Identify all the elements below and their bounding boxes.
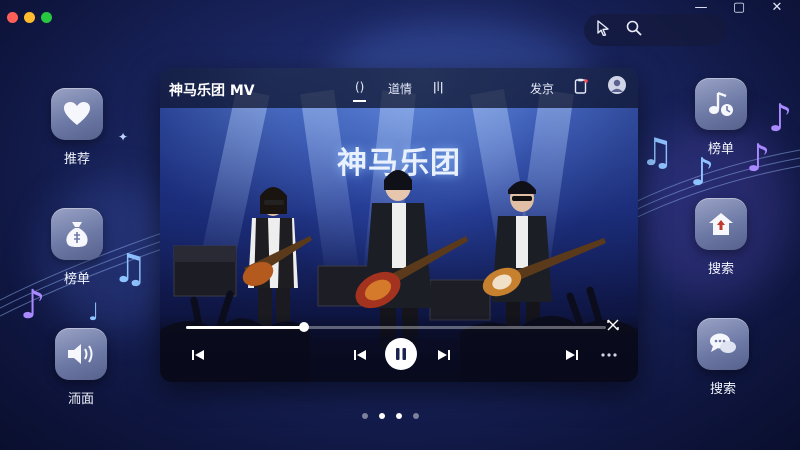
music-note-icon: ♩	[88, 298, 100, 326]
chat-bubbles-icon	[697, 318, 749, 370]
player-title: 神马乐团 MV	[169, 83, 255, 99]
nav-charts-right-label: 榜单	[707, 142, 734, 157]
nav-charts-right-button[interactable]: 榜单	[695, 78, 747, 157]
home-icon	[695, 198, 747, 250]
window-traffic-lights	[7, 12, 52, 23]
tab-lyrics[interactable]: ()	[352, 80, 367, 102]
minimize-window-button[interactable]	[24, 12, 35, 23]
nav-cover-button[interactable]: 洏面	[55, 328, 107, 407]
next-track-icon[interactable]	[437, 348, 451, 365]
nav-cover-label: 洏面	[67, 392, 94, 407]
maximize-icon[interactable]: ▢	[730, 0, 748, 16]
nav-recommend-button[interactable]: 推荐	[51, 88, 103, 167]
nav-search-home-button[interactable]: 搜索	[695, 198, 747, 277]
music-note-icon: ♪	[768, 96, 793, 140]
mv-player[interactable]: 神马乐团 神马乐团 MV () 道情 ǀlǀ 发京	[160, 68, 638, 382]
speaker-icon	[55, 328, 107, 380]
tab-more[interactable]: ǀlǀ	[433, 80, 443, 94]
music-note-icon: ♫	[640, 130, 675, 174]
publish-button[interactable]: 发京	[530, 80, 554, 97]
user-avatar-icon[interactable]	[608, 76, 626, 94]
skip-start-icon[interactable]	[191, 348, 205, 365]
player-top-bar: 神马乐团 MV () 道情 ǀlǀ 发京	[160, 68, 638, 108]
page-dot[interactable]	[362, 413, 368, 419]
page-dot[interactable]	[396, 413, 402, 419]
music-note-icon: ♪	[746, 136, 771, 180]
progress-knob[interactable]	[298, 322, 309, 332]
fullscreen-icon[interactable]	[607, 319, 619, 334]
skip-end-icon[interactable]	[565, 348, 579, 365]
zoom-window-button[interactable]	[41, 12, 52, 23]
nav-search-chat-button[interactable]: 搜索	[697, 318, 749, 397]
nav-search-home-label: 搜索	[707, 262, 734, 277]
pause-button[interactable]	[385, 338, 417, 370]
heart-icon	[51, 88, 103, 140]
cursor-icon[interactable]	[596, 20, 610, 40]
page-indicator	[362, 413, 419, 419]
nav-search-chat-label: 搜索	[709, 382, 736, 397]
progress-bar[interactable]	[186, 322, 606, 332]
more-options-icon[interactable]	[600, 348, 618, 365]
music-note-icon: ♪	[20, 282, 46, 328]
previous-track-icon[interactable]	[353, 348, 367, 365]
search-bar[interactable]	[584, 14, 727, 46]
nav-recommend-label: 推荐	[63, 152, 90, 167]
search-icon[interactable]	[626, 20, 642, 40]
page-dot[interactable]	[379, 413, 385, 419]
nav-charts-label: 榜单	[63, 272, 90, 287]
music-note-icon	[695, 78, 747, 130]
page-dot[interactable]	[413, 413, 419, 419]
document-icon[interactable]	[574, 78, 588, 98]
sparkle-icon: ✦	[118, 130, 129, 144]
close-window-button[interactable]	[7, 12, 18, 23]
tab-daoqing[interactable]: 道情	[388, 80, 412, 97]
progress-fill	[186, 326, 304, 329]
close-icon[interactable]: ✕	[768, 0, 786, 16]
money-bag-icon	[51, 208, 103, 260]
nav-charts-button[interactable]: 榜单	[51, 208, 103, 287]
music-note-icon: ♫	[112, 246, 148, 292]
